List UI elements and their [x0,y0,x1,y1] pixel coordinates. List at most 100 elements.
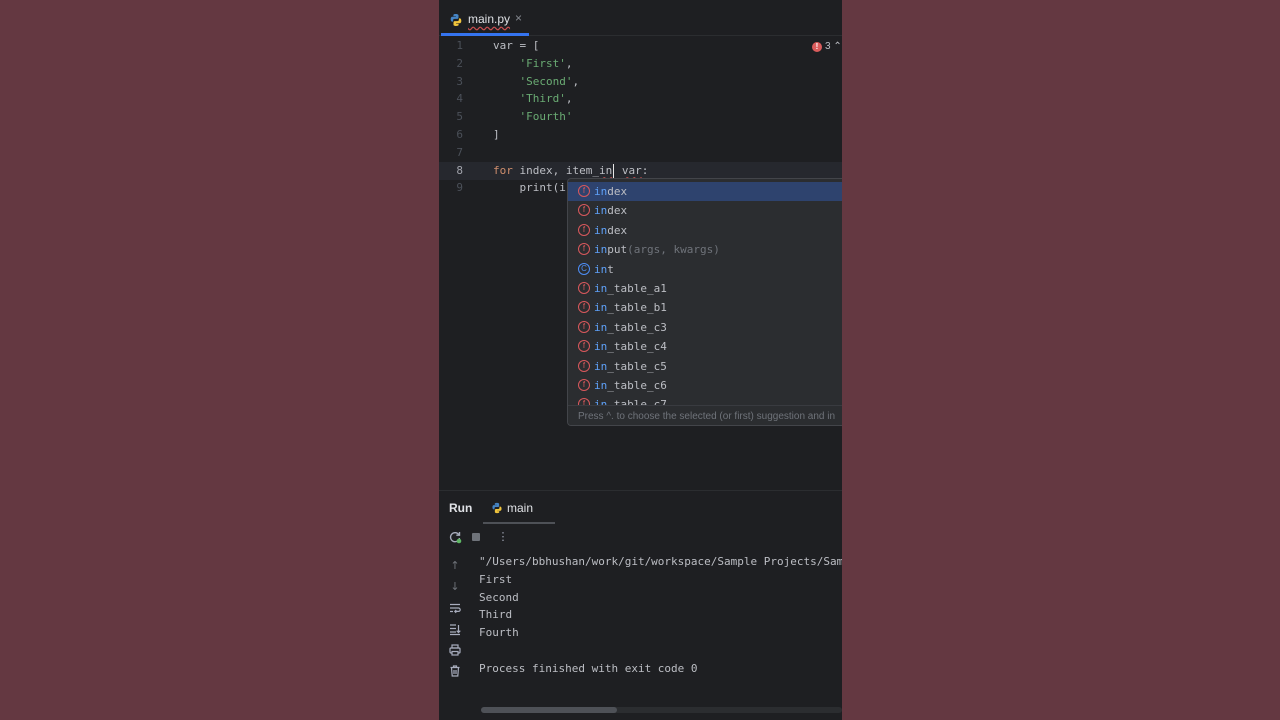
editor-tab-main-py[interactable]: main.py × [441,3,529,36]
completion-name: in_table_b1 [594,298,667,317]
run-tab-label: main [507,501,534,515]
code-token: 'First' [519,56,566,70]
completion-item[interactable]: f index [568,182,842,201]
console-line: "/Users/bbhushan/work/git/workspace/Samp… [479,555,842,568]
completion-name: input(args, kwargs) [594,240,720,259]
line-number: 1 [456,39,463,52]
horizontal-scrollbar[interactable] [481,707,842,713]
arrow-up-icon[interactable]: ↑ [448,559,462,573]
code-completion-popup[interactable]: f index f index f index f input(args, kwargs) Ci… [567,178,842,426]
completion-item[interactable]: f in_table_c7 [568,395,842,405]
function-icon: f [578,282,590,294]
code-token: : [641,163,649,177]
completion-item[interactable]: f index [568,221,842,240]
code-token: index, item_ [512,163,599,177]
editor-tab-bar: main.py × [439,0,842,36]
trash-icon[interactable] [448,664,462,678]
more-options-icon[interactable]: ⋮ [496,530,510,544]
code-token: , [572,74,580,88]
soft-wrap-icon[interactable] [448,601,462,615]
completion-match: in [594,379,608,392]
chevron-up-icon: ⌃ [833,41,842,52]
completion-match: in [594,223,608,237]
close-icon[interactable]: × [515,11,522,25]
line-number: 4 [456,92,463,106]
console-line: Second [479,590,519,604]
completion-item[interactable]: f in_table_a1 [568,279,842,298]
code-token: print(i) [493,181,573,195]
completion-item[interactable]: Cint [568,260,842,279]
completion-rest: _table_c3 [607,320,667,334]
completion-item[interactable]: f input(args, kwargs) [568,240,842,259]
line-number: 5 [456,110,463,124]
completion-name: in_table_c6 [594,376,667,395]
error-count-indicator[interactable]: ! 3 ⌃ [812,41,842,52]
python-file-icon [450,14,462,26]
stop-icon[interactable] [469,530,483,544]
rerun-icon[interactable] [448,530,462,544]
completion-match: in [594,359,608,373]
completion-match: in [594,204,608,218]
completion-item[interactable]: f in_table_c6 [568,376,842,395]
code-token: , [565,92,573,106]
scroll-to-end-icon[interactable] [448,622,462,636]
code-token: ] [493,128,500,141]
code-token: var [621,163,642,177]
code-line[interactable]: 4 'Third', [439,90,842,108]
code-token: in [598,163,613,177]
run-tab-indicator [483,522,555,524]
completion-name: int [594,260,614,279]
line-number: 6 [456,128,463,141]
console-output[interactable]: "/Users/bbhushan/work/git/workspace/Samp… [479,553,842,693]
error-count: 3 [825,41,831,52]
arrow-down-icon[interactable]: ↓ [448,580,462,594]
code-text: var = [ [493,37,539,55]
console-line: Third [479,608,513,622]
function-icon: f [578,398,590,405]
code-line[interactable]: 1 var = [ [439,37,842,55]
completion-rest: _table_c7 [607,398,667,405]
code-token: 'Third' [519,92,566,106]
code-text: ] [493,126,500,144]
code-text: print(i) [493,179,572,197]
completion-item[interactable]: f in_table_c4 [568,337,842,356]
scrollbar-thumb[interactable] [481,707,617,713]
completion-match: in [594,262,608,276]
code-line[interactable]: 6] [439,126,842,144]
function-icon: f [578,301,590,314]
completion-rest: dex [607,204,628,218]
completion-item[interactable]: f index [568,201,842,220]
code-text: 'Second', [493,73,580,91]
completion-item[interactable]: f in_table_c3 [568,318,842,337]
run-tab-main[interactable]: main [483,491,555,524]
code-line[interactable]: 8 for index, item_in var: [439,161,842,180]
code-text: 'Fourth' [493,108,573,126]
code-token: for [493,163,513,177]
function-icon: f [578,185,590,197]
function-icon: f [578,204,590,217]
code-token: 'Fourth' [519,110,573,124]
code-line[interactable]: 7 [439,144,842,162]
code-line[interactable]: 2 'First', [439,55,842,73]
code-token: var = [ [493,39,540,52]
class-icon: C [578,262,590,275]
completion-rest: _table_c6 [607,379,667,392]
completion-rest: dex [607,185,628,198]
code-line[interactable]: 5 'Fourth' [439,108,842,126]
function-icon: f [578,359,590,372]
completion-name: index [594,182,627,201]
print-icon[interactable] [448,643,462,657]
completion-list: f index f index f index f input(args, kwargs) Ci… [568,179,842,405]
completion-match: in [594,282,608,295]
code-line[interactable]: 3 'Second', [439,73,842,91]
completion-item[interactable]: f in_table_c5 [568,357,842,376]
completion-params: (args, kwargs) [627,243,720,257]
code-text: 'First', [493,55,573,73]
completion-item[interactable]: f in_table_b1 [568,298,842,317]
run-tab-bar: Run main [439,491,842,524]
function-icon: f [578,243,590,256]
